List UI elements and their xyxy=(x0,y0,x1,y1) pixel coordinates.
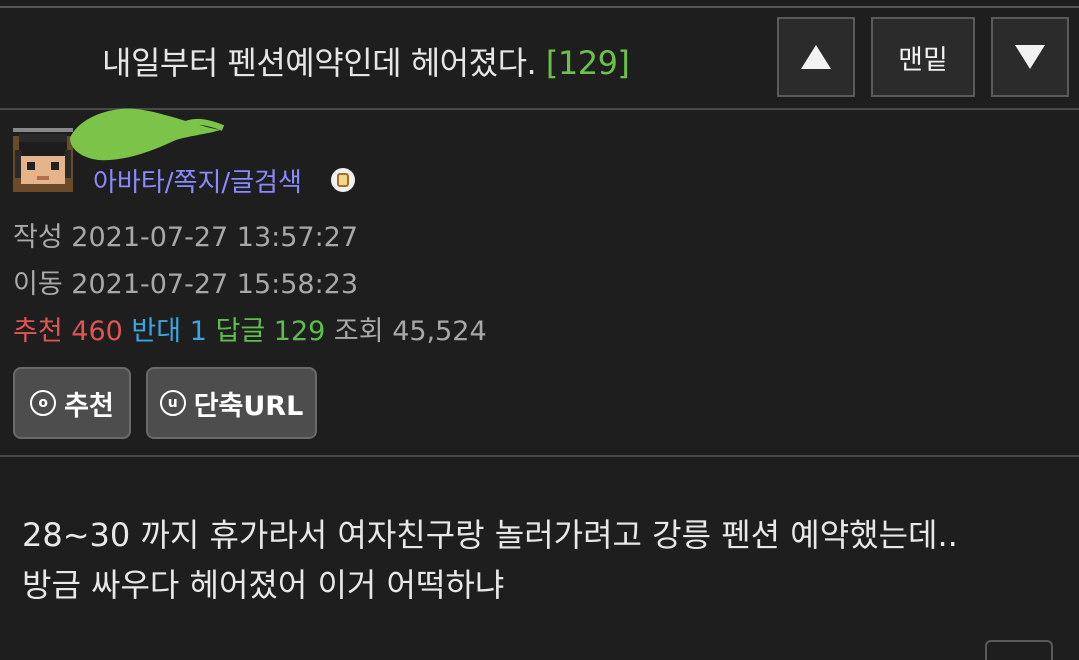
oppose-count: 1 xyxy=(189,316,207,347)
scroll-up-button[interactable] xyxy=(777,17,855,97)
post-stats: 추천 460 반대 1 답글 129 조회 45,524 xyxy=(13,309,487,348)
author-links[interactable]: 아바타/쪽지/글검색 xyxy=(93,162,302,199)
created-value: 2021-07-27 13:57:27 xyxy=(71,222,359,253)
triangle-up-icon xyxy=(801,45,831,69)
redaction-scribble xyxy=(70,108,225,161)
recommend-button-label: 추천 xyxy=(64,390,114,422)
hourglass-icon xyxy=(337,173,349,187)
recommend-icon: o xyxy=(30,390,57,416)
post-body-line: 28~30 까지 휴가라서 여자친구랑 놀러가려고 강릉 펜션 예약했는데.. xyxy=(22,516,958,554)
post-body-line: 방금 싸우다 헤어졌어 이거 어떡하냐 xyxy=(22,566,505,604)
short-url-button-label: 단축URL xyxy=(193,390,304,422)
recommend-button[interactable]: o 추천 xyxy=(13,367,131,439)
short-url-button[interactable]: u 단축URL xyxy=(146,367,317,439)
created-time: 작성 2021-07-27 13:57:27 xyxy=(13,215,358,254)
post-body: 28~30 까지 휴가라서 여자친구랑 놀러가려고 강릉 펜션 예약했는데.. … xyxy=(22,510,1062,610)
post-title: 내일부터 펜션예약인데 헤어졌다. [129] xyxy=(102,38,630,84)
triangle-down-icon xyxy=(1015,45,1045,69)
post-title-text: 내일부터 펜션예약인데 헤어졌다. xyxy=(102,44,537,82)
comment-count[interactable]: [129] xyxy=(546,44,630,82)
post-header: 내일부터 펜션예약인데 헤어졌다. [129] 맨밑 xyxy=(0,8,1079,110)
recommend-label: 추천 xyxy=(13,316,63,347)
views-label: 조회 xyxy=(333,316,384,347)
recommend-count: 460 xyxy=(71,316,123,347)
content-divider xyxy=(0,455,1079,457)
floating-button[interactable] xyxy=(985,640,1053,660)
reply-label: 답글 xyxy=(215,316,266,347)
go-bottom-button[interactable]: 맨밑 xyxy=(871,17,975,97)
moved-value: 2021-07-27 15:58:23 xyxy=(71,269,359,300)
moved-time: 이동 2021-07-27 15:58:23 xyxy=(13,262,358,301)
views-count: 45,524 xyxy=(392,316,487,347)
moved-label: 이동 xyxy=(13,269,63,300)
scroll-down-button[interactable] xyxy=(991,17,1069,97)
oppose-label: 반대 xyxy=(131,316,182,347)
level-badge-icon xyxy=(331,168,355,192)
url-icon: u xyxy=(159,390,186,416)
created-label: 작성 xyxy=(13,222,63,253)
reply-count: 129 xyxy=(273,316,326,347)
